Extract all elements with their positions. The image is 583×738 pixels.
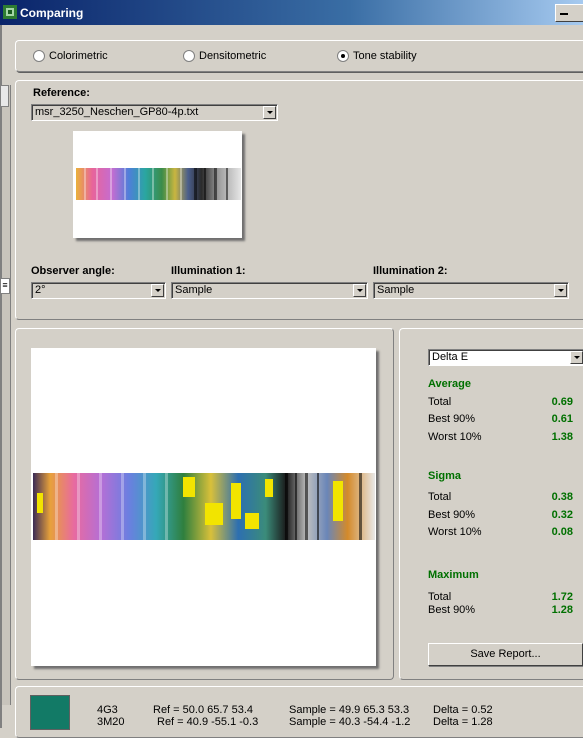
maximum-total-value: 1.72 xyxy=(551,591,573,603)
left-splitter[interactable] xyxy=(2,85,11,705)
radio-dot xyxy=(183,50,195,62)
illumination1-value: Sample xyxy=(175,284,213,296)
average-heading: Average xyxy=(428,378,472,390)
maximum-best90-value: 1.28 xyxy=(551,604,573,616)
patch-id: 4G3 xyxy=(97,704,118,716)
sigma-total-label: Total xyxy=(428,491,452,503)
illumination1-select[interactable]: Sample xyxy=(171,282,368,299)
metric-select[interactable]: Delta E xyxy=(428,349,583,366)
comparison-preview xyxy=(31,348,376,666)
maximum-heading: Maximum xyxy=(428,569,479,581)
save-report-button[interactable]: Save Report... xyxy=(428,643,583,666)
illumination2-value: Sample xyxy=(377,284,415,296)
radio-dot xyxy=(33,50,45,62)
average-total-label: Total xyxy=(428,396,452,408)
observer-angle-select[interactable]: 2° xyxy=(31,282,166,299)
patch-delta: Delta = 0.52 xyxy=(433,704,493,716)
patch-id: 3M20 xyxy=(97,716,125,728)
average-best90-value: 0.61 xyxy=(551,413,573,425)
statistics-panel xyxy=(399,328,583,680)
patch-ref: Ref = 40.9 -55.1 -0.3 xyxy=(157,716,259,728)
sigma-worst10-value: 0.08 xyxy=(551,526,573,538)
observer-angle-label: Observer angle: xyxy=(31,265,115,277)
reference-preview xyxy=(73,131,242,238)
reference-file: msr_3250_Neschen_GP80-4p.txt xyxy=(35,106,199,118)
title-bar: Comparing xyxy=(0,0,583,25)
radio-dot-selected xyxy=(337,50,349,62)
patch-sample: Sample = 49.9 65.3 53.3 xyxy=(289,704,410,716)
left-tab[interactable] xyxy=(0,85,9,107)
mode-group: Colorimetric Densitometric Tone stabilit… xyxy=(15,40,583,72)
sigma-total-value: 0.38 xyxy=(551,491,573,503)
maximum-total-label: Total xyxy=(428,591,452,603)
metric-value: Delta E xyxy=(432,351,469,363)
minimize-button[interactable] xyxy=(555,4,583,22)
observer-angle-value: 2° xyxy=(35,284,46,296)
reference-select[interactable]: msr_3250_Neschen_GP80-4p.txt xyxy=(31,104,278,121)
color-swatch xyxy=(30,695,70,730)
average-total-value: 0.69 xyxy=(551,396,573,408)
chevron-down-icon[interactable] xyxy=(570,351,583,364)
average-worst10-label: Worst 10% xyxy=(428,431,482,443)
radio-label: Colorimetric xyxy=(49,50,108,62)
left-collapse-button[interactable]: ≡ xyxy=(0,278,10,294)
sigma-heading: Sigma xyxy=(428,470,462,482)
illumination2-select[interactable]: Sample xyxy=(373,282,569,299)
chevron-down-icon[interactable] xyxy=(263,106,276,119)
reference-label: Reference: xyxy=(33,87,90,99)
patch-ref: Ref = 50.0 65.7 53.4 xyxy=(153,704,253,716)
comparison-color-strip xyxy=(33,473,375,540)
sigma-best90-value: 0.32 xyxy=(551,509,573,521)
chevron-down-icon[interactable] xyxy=(353,284,366,297)
average-worst10-value: 1.38 xyxy=(551,431,573,443)
illumination2-label: Illumination 2: xyxy=(373,265,448,277)
app-icon xyxy=(3,5,17,19)
illumination1-label: Illumination 1: xyxy=(171,265,246,277)
sigma-worst10-label: Worst 10% xyxy=(428,526,482,538)
minimize-icon xyxy=(560,13,568,15)
patch-delta: Delta = 1.28 xyxy=(433,716,493,728)
reference-color-strip xyxy=(76,168,241,200)
patch-sample: Sample = 40.3 -54.4 -1.2 xyxy=(289,716,411,728)
radio-label: Densitometric xyxy=(199,50,267,62)
chevron-down-icon[interactable] xyxy=(554,284,567,297)
sigma-best90-label: Best 90% xyxy=(428,509,476,521)
average-best90-label: Best 90% xyxy=(428,413,476,425)
chevron-down-icon[interactable] xyxy=(151,284,164,297)
radio-label: Tone stability xyxy=(353,50,417,62)
window-title: Comparing xyxy=(20,6,84,20)
maximum-best90-label: Best 90% xyxy=(428,604,476,616)
